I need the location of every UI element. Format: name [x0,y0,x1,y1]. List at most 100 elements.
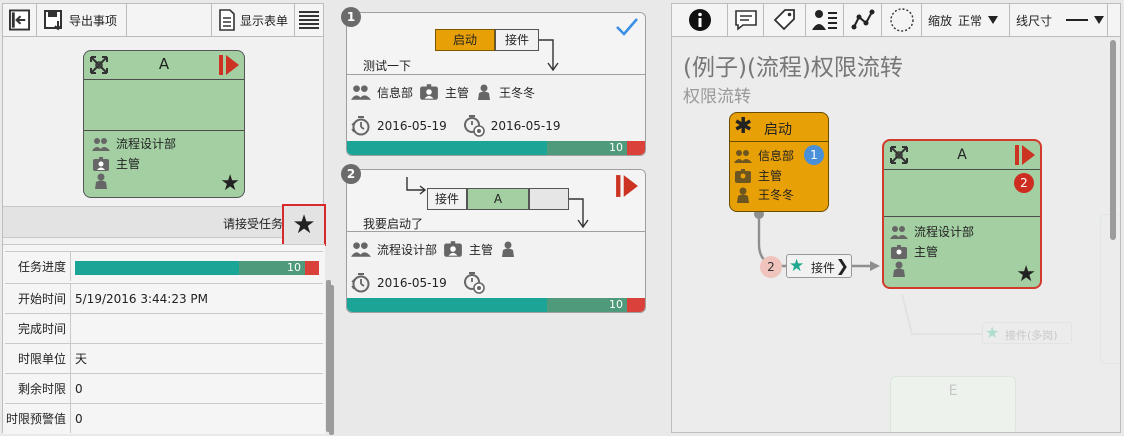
card-meta-row: 流程设计部 主管 [351,240,517,258]
task-progress-bar: 10 [75,261,319,275]
flow-from-box: 启动 [435,29,495,51]
flow-arrow-icon [406,177,427,195]
list-view-button[interactable] [295,4,323,36]
person-icon [737,187,749,203]
faded-connector-label: ★ 接件(多岗) [982,322,1072,344]
prop-row-remaining: 剩余时限 0 [5,373,323,403]
prop-value: 5/19/2016 3:44:23 PM [75,291,209,306]
people-icon [890,225,908,239]
node-body-divider [84,130,244,131]
node-header-divider [730,141,828,142]
node-role: 主管 [116,157,141,171]
star-icon: ★ [1016,262,1036,287]
badge-icon [93,156,109,171]
play-step-icon [1014,144,1036,166]
properties-scrollbar[interactable] [326,280,331,432]
faded-node-e: E [890,376,1016,432]
person-icon [502,241,515,257]
accept-task-bar: 请接受任务 ★ [3,204,326,246]
progress-fill-green: 10 [239,261,305,275]
faded-node-title: E [948,383,958,399]
form-icon [219,9,235,31]
card-index-badge: 1 [341,7,361,27]
people-icon [351,85,371,100]
history-card-1[interactable]: 启动 接件 测试一下 信息部 主管 王冬冬 2016-05-19 2016-05… [346,12,646,156]
people-icon [92,137,110,151]
diagram-scrollbar[interactable] [1110,40,1116,240]
node-body-divider [884,216,1040,217]
prop-value: 0 [75,411,83,426]
task-properties: 任务进度 10 开始时间 5/19/2016 3:44:23 PM 完成时间 时… [3,244,334,435]
prop-row-finish-time: 完成时间 [5,313,323,343]
prop-value [71,314,323,343]
flow-from-label: 启动 [452,33,477,47]
prop-key: 开始时间 [5,284,71,313]
badge-icon [735,168,751,183]
progress-fill-green: 10 [547,141,627,155]
star-icon: ★ [220,171,240,196]
flow-to-box: 接件 [495,29,539,51]
node-department: 流程设计部 [116,137,177,151]
task-node-card[interactable]: A 流程设计部 主管 ★ [83,50,245,198]
star-icon: ★ [292,210,316,240]
card-start-date: 2016-05-19 [377,119,447,133]
node-header-divider [884,169,1040,170]
progress-fill-red [627,298,645,312]
timer-end-icon [463,115,485,137]
prop-key: 时限单位 [5,344,71,373]
node-count-badge: 2 [1014,173,1034,193]
badge-icon [420,84,438,100]
card-header: 接件 A 我要启动了 [347,170,645,232]
asterisk-icon: ✱ [734,114,753,139]
flow-diagram-panel: 缩放 正常 线尺寸 (例子)(流程)权限流转 权限流转 ✱ 启动 信息部 1 主… [671,3,1121,433]
flow-arrow-icon [569,198,589,229]
card-date-row: 2016-05-19 2016-05-19 [351,115,561,137]
card-progress-bar: 10 [347,298,645,312]
badge-icon [891,244,907,259]
node-department-row: 信息部 [734,147,794,164]
flow-from-label: 接件 [434,192,459,206]
node-person-row [890,261,908,277]
start-node-title: 启动 [764,122,792,138]
card-department: 信息部 [377,85,414,100]
check-icon [615,17,639,37]
timer-start-icon [351,273,370,293]
back-button[interactable] [3,4,37,36]
node-role-row: 主管 [734,167,782,184]
connector-label-box[interactable]: ★ 接件 ❯ [786,254,852,278]
play-step-icon [615,174,639,198]
progress-fill-red [305,261,319,275]
play-step-icon [218,54,240,76]
start-node[interactable]: ✱ 启动 信息部 1 主管 王冬冬 [729,112,829,212]
prop-row-time-unit: 时限单位 天 [5,343,323,373]
prop-row-start-time: 开始时间 5/19/2016 3:44:23 PM [5,283,323,313]
card-person: 王冬冬 [499,85,536,100]
accept-task-label: 请接受任务 [222,217,283,231]
connector-count-badge: 2 [760,256,782,278]
prop-key: 任务进度 [5,252,71,281]
node-a[interactable]: A 2 流程设计部 主管 ★ [882,139,1042,289]
node-role: 主管 [914,245,939,259]
card-note: 我要启动了 [363,217,424,231]
prop-value: 0 [75,381,83,396]
task-panel: 导出事项 显示表单 A 流程设计部 主管 ★ 请接受任务 ★ 任务进度 10 开… [2,3,334,435]
people-icon [734,149,752,163]
task-toolbar: 导出事项 显示表单 [3,4,323,37]
node-person-row [92,173,110,189]
prop-key: 剩余时限 [5,374,71,403]
connector-label: 接件 [811,261,836,275]
accept-task-button[interactable]: ★ [282,204,326,246]
progress-fill-red [627,141,645,155]
card-role: 主管 [445,85,470,100]
node-role-row: 主管 [92,155,140,172]
prop-key: 完成时间 [5,314,71,343]
node-header-divider [84,79,244,80]
progress-fill-green: 10 [547,298,627,312]
flow-arrow-icon [539,39,559,72]
show-form-button[interactable]: 显示表单 [211,4,295,36]
export-items-label: 导出事项 [69,13,118,28]
export-items-button[interactable]: 导出事项 [37,4,127,36]
history-card-2[interactable]: 接件 A 我要启动了 流程设计部 主管 2016-05-19 10 [346,169,646,313]
node-department: 流程设计部 [914,225,975,239]
person-icon [893,261,905,277]
